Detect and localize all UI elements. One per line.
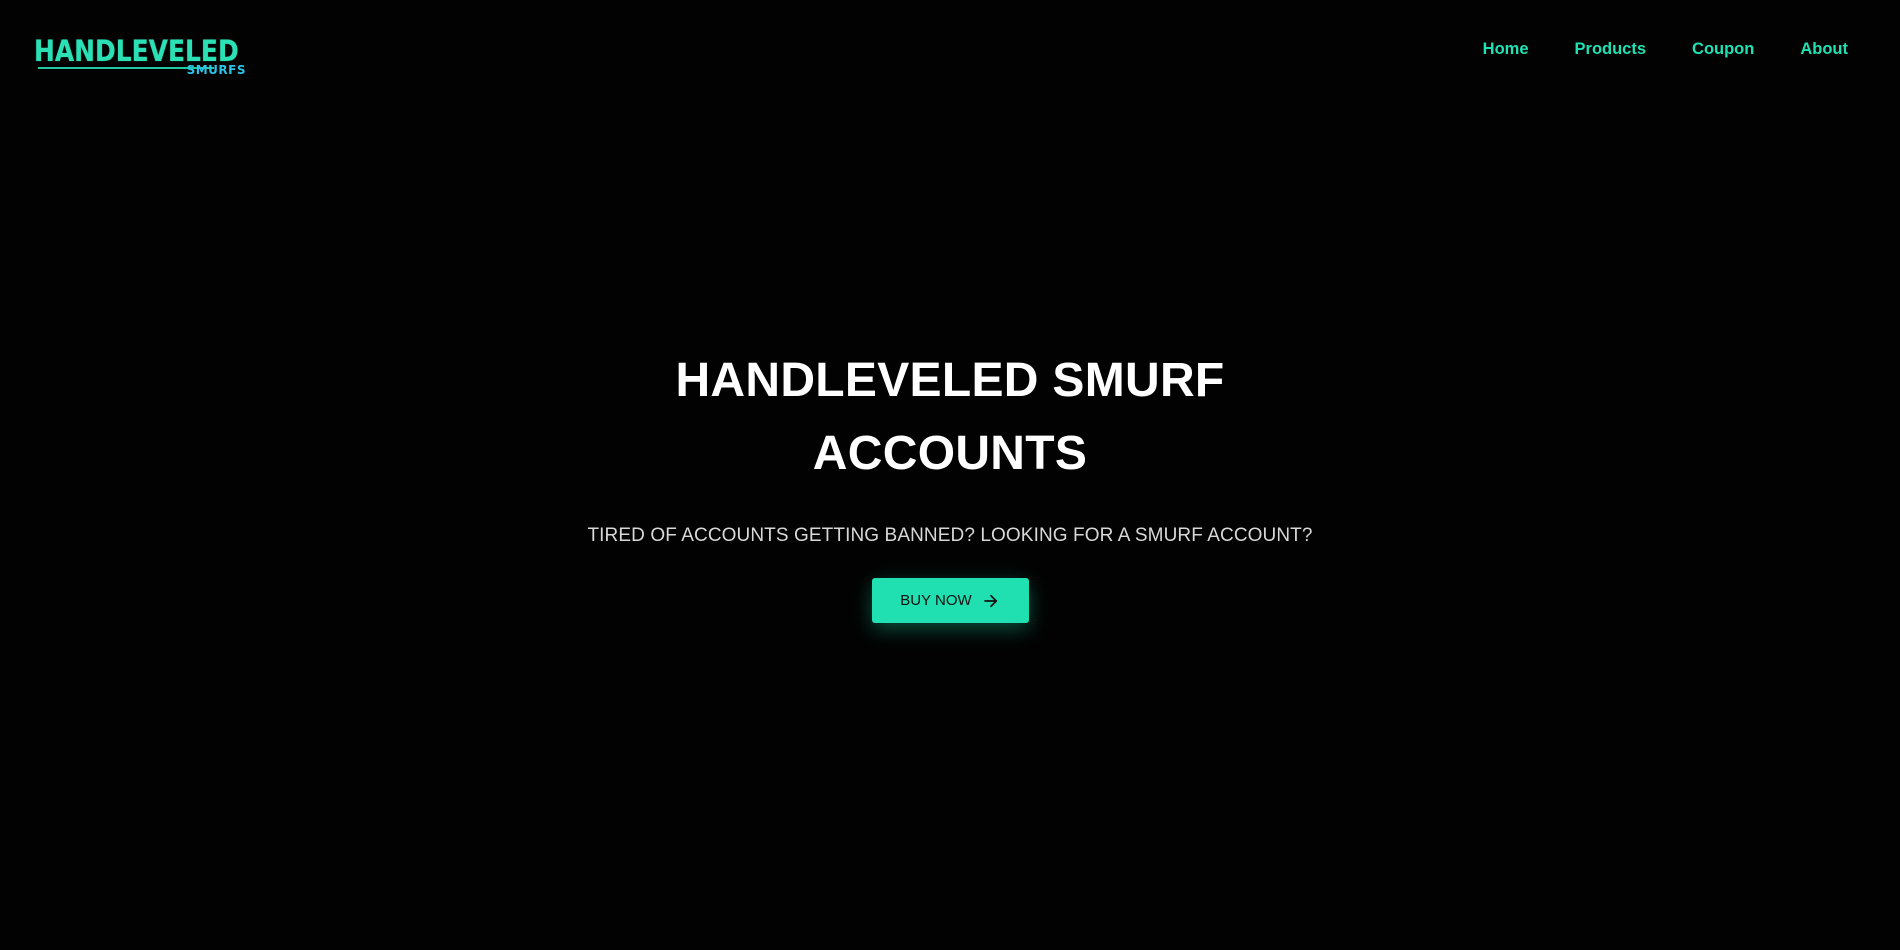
main-nav: Home Products Coupon About	[1437, 38, 1848, 60]
hero-section: HANDLEVELED SMURF ACCOUNTS TIRED OF ACCO…	[0, 344, 1900, 623]
buy-now-button[interactable]: BUY NOW	[871, 578, 1029, 623]
nav-link-about[interactable]: About	[1800, 38, 1848, 60]
hero-subtitle: TIRED OF ACCOUNTS GETTING BANNED? LOOKIN…	[587, 525, 1313, 546]
nav-link-home[interactable]: Home	[1483, 38, 1529, 60]
buy-now-label: BUY NOW	[900, 592, 972, 609]
nav-link-coupon[interactable]: Coupon	[1692, 38, 1754, 60]
logo-subtext: SMURFS	[186, 63, 246, 77]
site-logo[interactable]: HANDLEVELED SMURFS	[34, 34, 250, 77]
site-header: HANDLEVELED SMURFS Home Products Coupon …	[0, 0, 1900, 100]
arrow-right-icon	[983, 594, 997, 607]
nav-link-products[interactable]: Products	[1575, 38, 1647, 60]
hero-title: HANDLEVELED SMURF ACCOUNTS	[675, 354, 1225, 480]
